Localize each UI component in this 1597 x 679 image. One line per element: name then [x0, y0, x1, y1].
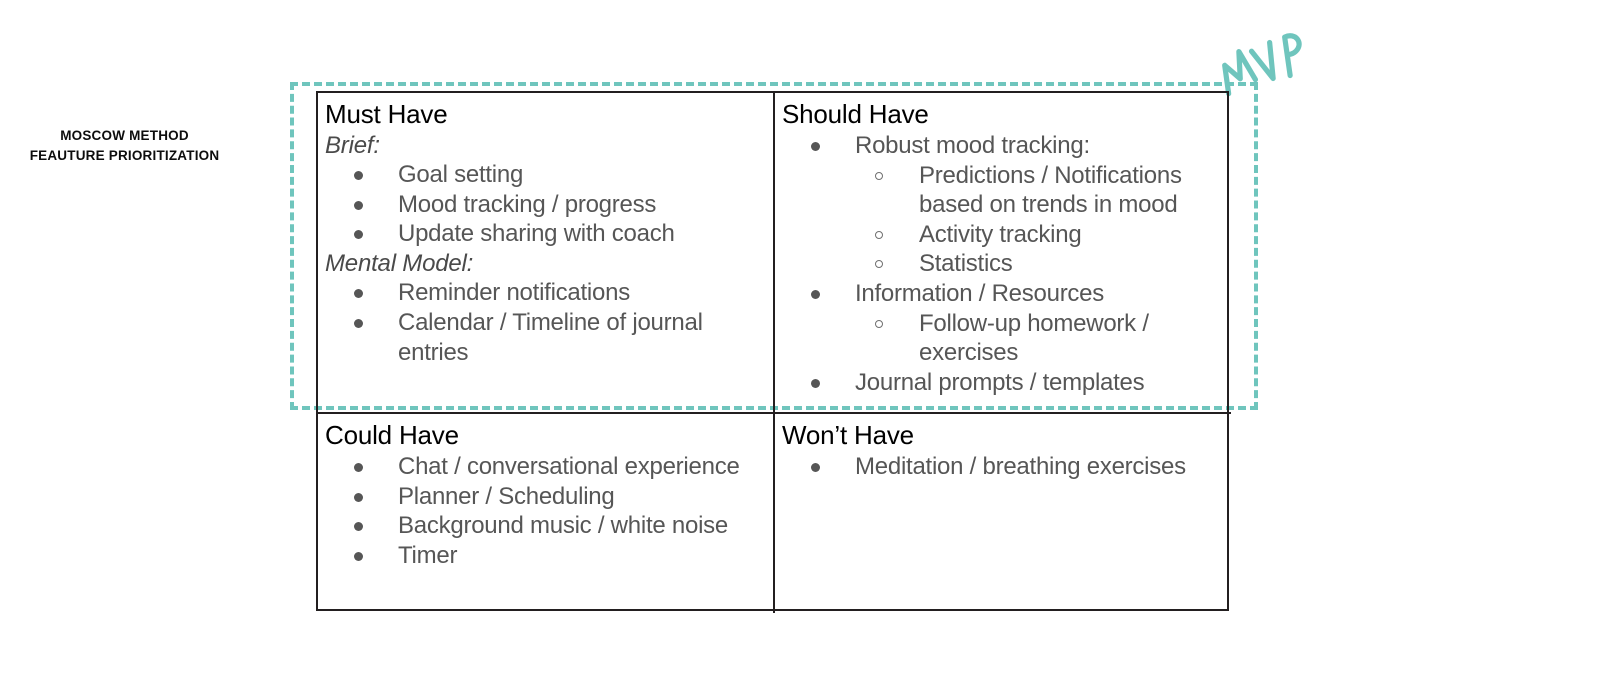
- list-item-label: Mood tracking / progress: [398, 190, 657, 218]
- list-item-label: Predictions / Notifications based on tre…: [919, 161, 1182, 219]
- bullet-icon: [354, 551, 363, 561]
- quadrant-could-have: Could Have Chat / conversational experie…: [318, 414, 775, 613]
- list-item: Information / Resources: [782, 279, 1221, 309]
- list-item: Chat / conversational experience: [325, 452, 763, 482]
- quadrant-must-have: Must Have Brief: Goal setting Mood track…: [318, 93, 775, 414]
- caption-line-2: FEAUTURE PRIORITIZATION: [29, 147, 220, 163]
- bullet-icon: [354, 171, 363, 181]
- sub-bullet-icon: [875, 260, 883, 269]
- list-should-have: Robust mood tracking: Predictions / Noti…: [782, 131, 1221, 398]
- quadrant-title-should-have: Should Have: [782, 99, 929, 129]
- list-item-label: Goal setting: [398, 161, 524, 189]
- list-item-label: Planner / Scheduling: [398, 482, 615, 510]
- bullet-icon: [811, 141, 820, 151]
- bullet-icon: [354, 318, 363, 328]
- caption-line-1: MOSCOW METHOD: [60, 128, 189, 143]
- list-item: Timer: [325, 541, 763, 571]
- bullet-icon: [354, 230, 363, 240]
- quadrant-wont-have: Won’t Have Meditation / breathing exerci…: [775, 414, 1231, 613]
- quadrant-title-wont-have: Won’t Have: [782, 420, 914, 450]
- bullet-icon: [354, 462, 363, 472]
- list-item: Update sharing with coach: [325, 219, 763, 249]
- list-item-label: Statistics: [919, 250, 1013, 278]
- list-item: Goal setting: [325, 160, 763, 190]
- bullet-icon: [354, 289, 363, 299]
- bullet-icon: [811, 462, 820, 472]
- list-item-label: Calendar / Timeline of journal entries: [398, 308, 703, 366]
- bullet-icon: [354, 522, 363, 532]
- list-item-label: Meditation / breathing exercises: [855, 452, 1186, 480]
- list-item: Background music / white noise: [325, 511, 763, 541]
- list-item: Meditation / breathing exercises: [782, 452, 1221, 482]
- list-item-label: Reminder notifications: [398, 279, 630, 307]
- quadrant-title-must-have: Must Have: [325, 99, 448, 129]
- list-item: Calendar / Timeline of journal entries: [325, 308, 763, 367]
- list-must-have-mental-model: Reminder notifications Calendar / Timeli…: [325, 278, 763, 367]
- list-item: Statistics: [782, 249, 1221, 279]
- list-item: Mood tracking / progress: [325, 190, 763, 220]
- group-label-brief: Brief:: [325, 131, 380, 159]
- list-item: Reminder notifications: [325, 278, 763, 308]
- moscow-matrix: Must Have Brief: Goal setting Mood track…: [316, 91, 1231, 613]
- list-item: Activity tracking: [782, 220, 1221, 250]
- list-item-label: Robust mood tracking:: [855, 131, 1090, 159]
- bullet-icon: [811, 378, 820, 388]
- list-item: Journal prompts / templates: [782, 368, 1221, 398]
- group-label-mental-model: Mental Model:: [325, 250, 474, 278]
- sub-bullet-icon: [875, 230, 883, 239]
- list-item-label: Update sharing with coach: [398, 220, 675, 248]
- list-item-label: Chat / conversational experience: [398, 452, 740, 480]
- list-item: Follow-up homework / exercises: [782, 309, 1221, 368]
- sub-bullet-icon: [875, 171, 883, 180]
- list-must-have-brief: Goal setting Mood tracking / progress Up…: [325, 160, 763, 249]
- quadrant-title-could-have: Could Have: [325, 420, 459, 450]
- moscow-matrix-canvas: MOSCOW METHOD FEAUTURE PRIORITIZATION Mu…: [0, 0, 1597, 679]
- quadrant-should-have: Should Have Robust mood tracking: Predic…: [775, 93, 1231, 414]
- list-item-label: Information / Resources: [855, 280, 1105, 308]
- list-could-have: Chat / conversational experience Planner…: [325, 452, 763, 571]
- list-wont-have: Meditation / breathing exercises: [782, 452, 1221, 482]
- list-item-label: Journal prompts / templates: [855, 368, 1145, 396]
- list-item-label: Timer: [398, 541, 458, 569]
- list-item-label: Follow-up homework / exercises: [919, 309, 1149, 367]
- list-item: Predictions / Notifications based on tre…: [782, 161, 1221, 220]
- sub-bullet-icon: [875, 319, 883, 328]
- diagram-caption: MOSCOW METHOD FEAUTURE PRIORITIZATION: [8, 126, 241, 165]
- bullet-icon: [811, 290, 820, 300]
- list-item-label: Background music / white noise: [398, 512, 728, 540]
- bullet-icon: [354, 492, 363, 502]
- bullet-icon: [354, 200, 363, 210]
- list-item-label: Activity tracking: [919, 220, 1082, 248]
- list-item: Robust mood tracking:: [782, 131, 1221, 161]
- mvp-label: [1216, 33, 1312, 100]
- list-item: Planner / Scheduling: [325, 482, 763, 512]
